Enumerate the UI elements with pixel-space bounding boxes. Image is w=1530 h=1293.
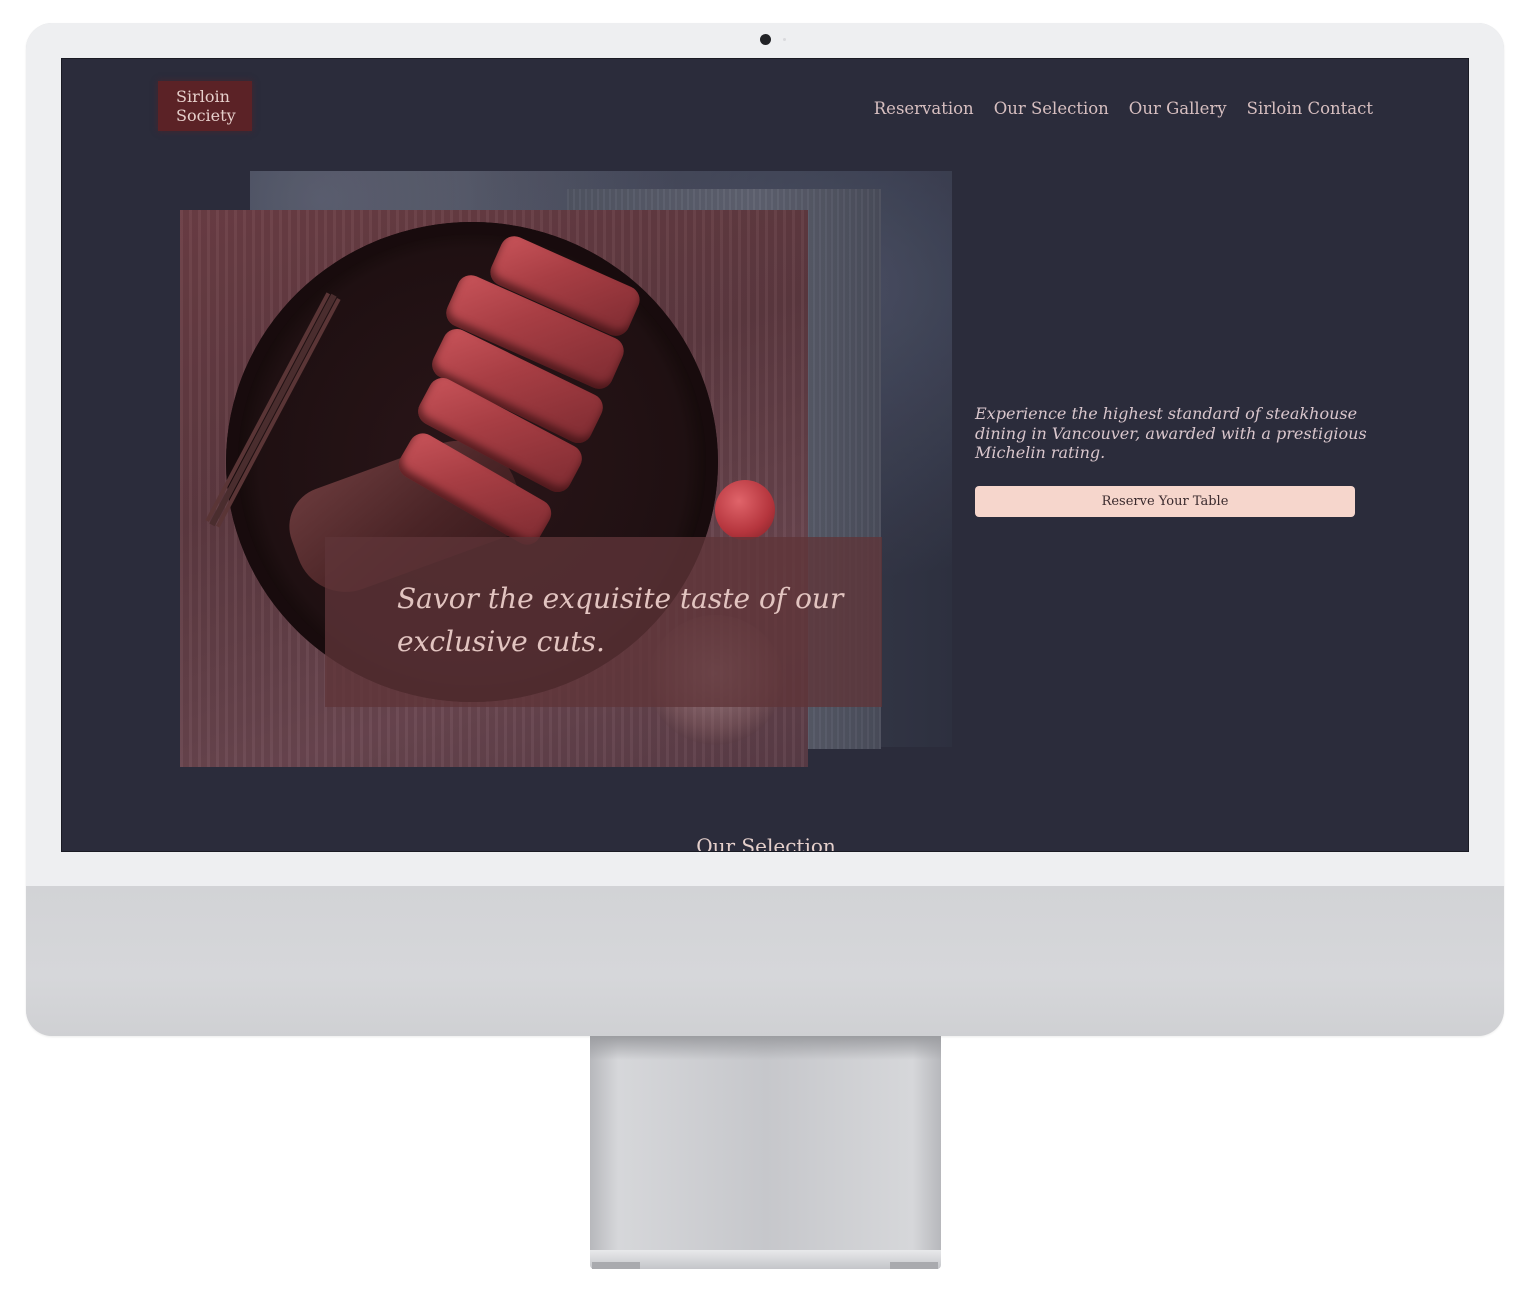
stand-foot-notch — [890, 1262, 938, 1269]
nav-item-our-selection[interactable]: Our Selection — [994, 99, 1109, 118]
nav-item-sirloin-contact[interactable]: Sirloin Contact — [1247, 99, 1373, 118]
stand-shadow — [590, 1036, 941, 1060]
stand-foot-notch — [592, 1262, 640, 1269]
webcam-icon — [760, 34, 771, 45]
logo-line-1: Sirloin — [176, 87, 230, 106]
site-logo[interactable]: Sirloin Society — [158, 81, 252, 131]
reserve-table-button[interactable]: Reserve Your Table — [975, 486, 1355, 517]
hero-tagline-card: Savor the exquisite taste of our exclusi… — [325, 537, 882, 707]
imac-stand — [590, 1036, 941, 1256]
camera-sensor-dot — [783, 38, 786, 41]
section-heading-our-selection: Our Selection — [696, 834, 836, 852]
main-navigation: Reservation Our Selection Our Gallery Si… — [874, 99, 1373, 118]
imac-chin — [26, 886, 1504, 1036]
nav-item-reservation[interactable]: Reservation — [874, 99, 974, 118]
hero-description: Experience the highest standard of steak… — [975, 404, 1367, 462]
sauce-bottle — [715, 480, 775, 540]
hero-tagline: Savor the exquisite taste of our exclusi… — [397, 582, 844, 658]
imac-stand-foot — [590, 1250, 941, 1269]
logo-line-2: Society — [176, 106, 236, 125]
website-screen: Sirloin Society Reservation Our Selectio… — [61, 58, 1469, 852]
nav-item-our-gallery[interactable]: Our Gallery — [1129, 99, 1227, 118]
